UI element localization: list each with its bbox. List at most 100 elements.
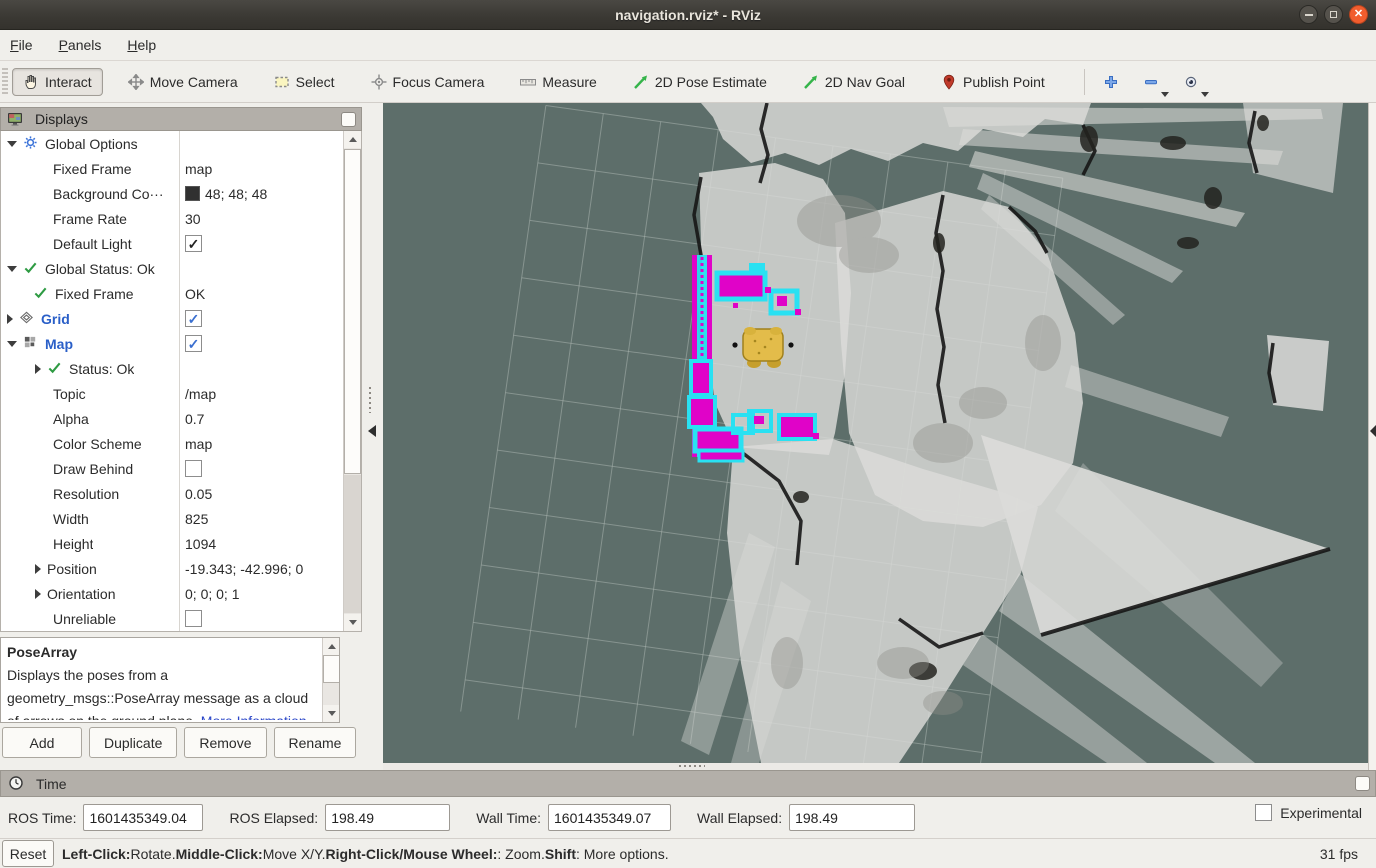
value-text[interactable]: map	[185, 436, 212, 452]
scroll-down-button[interactable]	[323, 705, 340, 722]
tool-properties-button[interactable]	[1179, 71, 1203, 93]
property-value[interactable]: 1094	[185, 531, 216, 556]
tool-interact[interactable]: Interact	[12, 68, 103, 96]
value-text[interactable]: OK	[185, 286, 205, 302]
value-checkbox[interactable]	[185, 460, 202, 477]
property-value[interactable]: map	[185, 156, 212, 181]
tree-row-grid[interactable]: Grid✓	[1, 306, 345, 331]
tree-row-width[interactable]: Width825	[1, 506, 345, 531]
add-tool-button[interactable]	[1099, 71, 1123, 93]
value-text[interactable]: 48; 48; 48	[205, 186, 267, 202]
menu-file[interactable]: File	[10, 37, 33, 53]
collapsed-right-panel[interactable]	[1368, 103, 1376, 770]
expander-right-icon[interactable]	[35, 589, 41, 599]
property-value[interactable]: ✓	[185, 231, 202, 256]
value-checkbox[interactable]	[185, 610, 202, 627]
toolbar-grip[interactable]	[2, 68, 8, 96]
property-value[interactable]: 48; 48; 48	[185, 181, 267, 206]
property-value[interactable]	[185, 456, 202, 481]
scroll-up-button[interactable]	[344, 131, 361, 148]
time-field-input[interactable]	[83, 804, 203, 831]
value-checkbox[interactable]: ✓	[185, 310, 202, 327]
tool-focus-camera[interactable]: Focus Camera	[360, 68, 496, 96]
time-field-input[interactable]	[548, 804, 671, 831]
displays-panel-header[interactable]: Displays	[0, 107, 362, 131]
time-panel-header[interactable]: Time	[0, 770, 1376, 797]
time-field-input[interactable]	[325, 804, 450, 831]
value-text[interactable]: 0.7	[185, 411, 204, 427]
value-checkbox[interactable]: ✓	[185, 335, 202, 352]
collapse-right-icon[interactable]	[1370, 425, 1376, 437]
value-text[interactable]: 30	[185, 211, 201, 227]
property-value[interactable]: 0.05	[185, 481, 212, 506]
value-text[interactable]: -19.343; -42.996; 0	[185, 561, 303, 577]
rename-button[interactable]: Rename	[274, 727, 357, 758]
tree-row-default-light[interactable]: Default Light✓	[1, 231, 345, 256]
value-text[interactable]: /map	[185, 386, 216, 402]
scroll-down-button[interactable]	[344, 614, 361, 631]
tree-row-global-options[interactable]: Global Options	[1, 131, 345, 156]
tree-row-draw-behind[interactable]: Draw Behind	[1, 456, 345, 481]
property-value[interactable]: 0.7	[185, 406, 204, 431]
tool-publish-point[interactable]: Publish Point	[930, 68, 1056, 96]
time-field-input[interactable]	[789, 804, 915, 831]
tree-row-frame-rate[interactable]: Frame Rate30	[1, 206, 345, 231]
tree-row-alpha[interactable]: Alpha0.7	[1, 406, 345, 431]
more-information-link[interactable]: More Information	[201, 713, 307, 720]
value-text[interactable]: 0.05	[185, 486, 212, 502]
tree-row-position[interactable]: Position-19.343; -42.996; 0	[1, 556, 345, 581]
duplicate-button[interactable]: Duplicate	[89, 727, 177, 758]
tool-2d-pose-estimate[interactable]: 2D Pose Estimate	[622, 68, 778, 96]
expander-down-icon[interactable]	[7, 341, 17, 347]
add-button[interactable]: Add	[2, 727, 82, 758]
tree-row-global-status-ok[interactable]: Global Status: Ok	[1, 256, 345, 281]
scrollbar-thumb[interactable]	[344, 149, 361, 474]
scroll-up-button[interactable]	[323, 638, 340, 655]
property-value[interactable]: 0; 0; 0; 1	[185, 581, 239, 606]
value-text[interactable]: 0; 0; 0; 1	[185, 586, 239, 602]
menu-help[interactable]: Help	[127, 37, 156, 53]
tree-row-fixed-frame[interactable]: Fixed Framemap	[1, 156, 345, 181]
dropdown-caret-icon[interactable]	[1201, 92, 1209, 97]
property-value[interactable]: OK	[185, 281, 205, 306]
property-value[interactable]: /map	[185, 381, 216, 406]
panel-float-button[interactable]	[1355, 776, 1370, 791]
value-text[interactable]: 1094	[185, 536, 216, 552]
property-value[interactable]: 30	[185, 206, 201, 231]
tree-row-color-scheme[interactable]: Color Schememap	[1, 431, 345, 456]
dropdown-caret-icon[interactable]	[1161, 92, 1169, 97]
titlebar[interactable]: navigation.rviz* - RViz ✕	[0, 0, 1376, 30]
horizontal-splitter[interactable]	[383, 763, 1368, 770]
reset-button[interactable]: Reset	[2, 840, 54, 867]
3d-viewport[interactable]	[383, 103, 1368, 763]
tree-row-map[interactable]: Map✓	[1, 331, 345, 356]
displays-scrollbar[interactable]	[343, 131, 361, 631]
tree-row-status-ok[interactable]: Status: Ok	[1, 356, 345, 381]
tree-row-height[interactable]: Height1094	[1, 531, 345, 556]
splitter-handle[interactable]	[369, 387, 371, 413]
expander-down-icon[interactable]	[7, 141, 17, 147]
property-value[interactable]	[185, 606, 202, 631]
experimental-checkbox[interactable]	[1255, 804, 1272, 821]
remove-button[interactable]: Remove	[184, 727, 266, 758]
splitter-handle[interactable]	[679, 765, 705, 767]
expander-right-icon[interactable]	[35, 564, 41, 574]
scrollbar-track[interactable]	[344, 475, 361, 613]
property-value[interactable]: -19.343; -42.996; 0	[185, 556, 303, 581]
menu-panels[interactable]: Panels	[59, 37, 102, 53]
tool-measure[interactable]: Measure	[509, 68, 607, 96]
property-value[interactable]: 825	[185, 506, 208, 531]
collapse-left-icon[interactable]	[368, 425, 376, 437]
value-text[interactable]: 825	[185, 511, 208, 527]
description-scrollbar[interactable]	[322, 638, 339, 722]
property-value[interactable]: map	[185, 431, 212, 456]
expander-down-icon[interactable]	[7, 266, 17, 272]
expander-right-icon[interactable]	[7, 314, 13, 324]
expander-right-icon[interactable]	[35, 364, 41, 374]
panel-float-button[interactable]	[341, 112, 356, 127]
tree-row-background-co[interactable]: Background Co···48; 48; 48	[1, 181, 345, 206]
property-value[interactable]: ✓	[185, 306, 202, 331]
value-text[interactable]: map	[185, 161, 212, 177]
tool-2d-nav-goal[interactable]: 2D Nav Goal	[792, 68, 916, 96]
tool-select[interactable]: Select	[263, 68, 346, 96]
